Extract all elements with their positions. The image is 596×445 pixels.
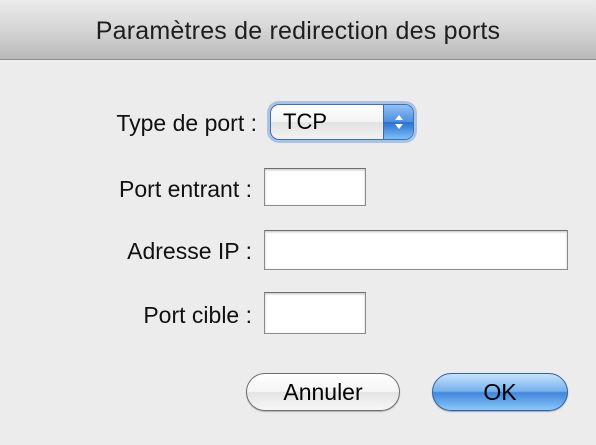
up-down-chevron-icon [383, 105, 413, 139]
dialog-title: Paramètres de redirection des ports [95, 17, 501, 45]
cancel-button[interactable]: Annuler [246, 373, 400, 411]
target-port-field[interactable] [264, 292, 366, 334]
title-bar[interactable]: Paramètres de redirection des ports [0, 0, 596, 60]
ip-address-label: Adresse IP : [127, 238, 252, 264]
incoming-port-field[interactable] [264, 168, 366, 206]
port-type-label: Type de port : [116, 110, 257, 136]
incoming-port-label: Port entrant : [119, 176, 252, 202]
port-type-select[interactable]: TCP [270, 104, 414, 140]
ok-button[interactable]: OK [432, 373, 568, 411]
target-port-label: Port cible : [143, 302, 252, 328]
port-forwarding-dialog: Paramètres de redirection des ports Type… [0, 0, 596, 445]
ip-address-field[interactable] [264, 230, 568, 270]
port-type-value: TCP [283, 109, 327, 134]
